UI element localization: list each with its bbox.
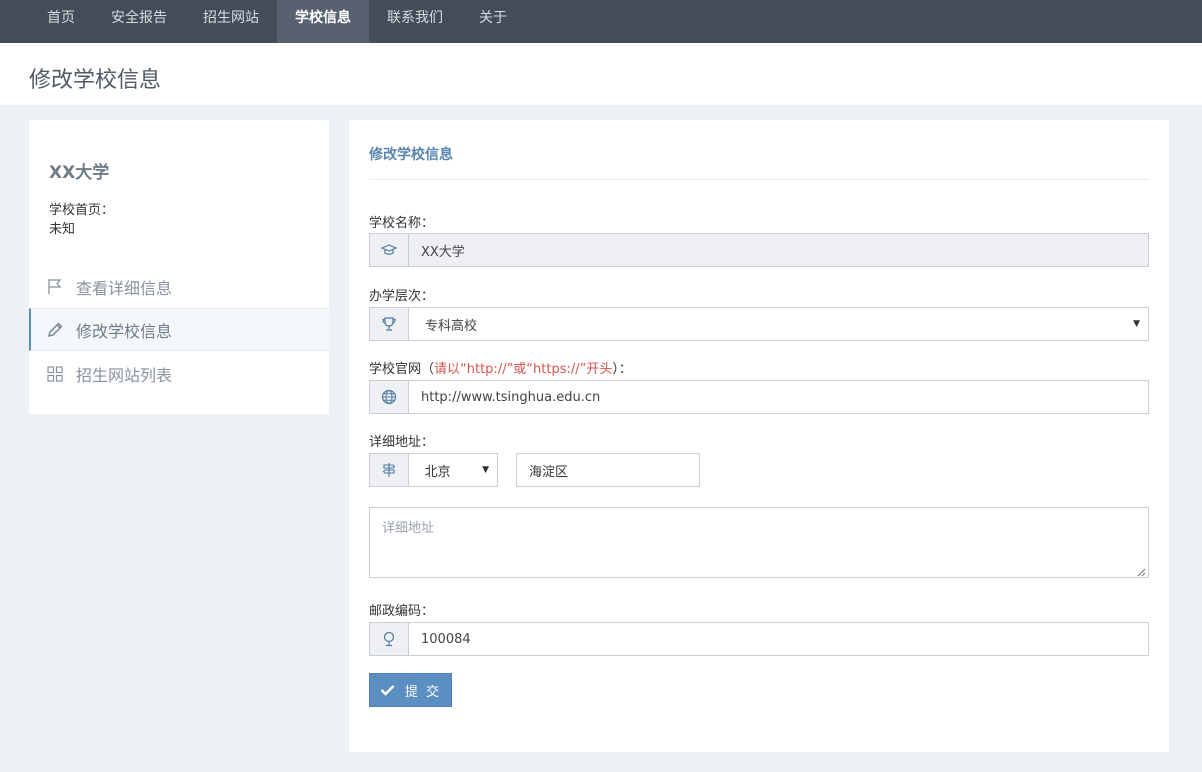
page-title: 修改学校信息 xyxy=(29,68,162,93)
sidebar-item-edit-school[interactable]: 修改学校信息 xyxy=(29,308,329,351)
school-name-field: XX大学 xyxy=(369,233,1149,267)
address-detail-textarea[interactable]: 详细地址 xyxy=(369,507,1149,578)
sidebar-item-label: 修改学校信息 xyxy=(76,321,173,341)
province-field: 北京 ▼ xyxy=(369,453,498,487)
nav-item-security-report[interactable]: 安全报告 xyxy=(93,0,185,43)
school-name-input[interactable]: XX大学 xyxy=(409,234,1148,266)
address-detail-placeholder: 详细地址 xyxy=(382,521,435,536)
address-label: 详细地址： xyxy=(369,435,435,450)
level-selected-value: 专科高校 xyxy=(425,318,478,334)
location-pin-icon xyxy=(370,623,409,655)
chevron-down-icon: ▼ xyxy=(482,465,489,475)
school-name-heading: XX大学 xyxy=(49,163,110,183)
grid-icon xyxy=(46,365,64,383)
submit-button[interactable]: 提 交 xyxy=(369,673,452,707)
nav-item-admission-site[interactable]: 招生网站 xyxy=(185,0,277,43)
divider xyxy=(369,179,1149,180)
level-field: 专科高校 ▼ xyxy=(369,307,1149,341)
sidebar-item-admission-list[interactable]: 招生网站列表 xyxy=(29,352,329,395)
nav-item-home[interactable]: 首页 xyxy=(29,0,93,43)
sidebar-item-label: 查看详细信息 xyxy=(76,278,173,298)
level-select[interactable]: 专科高校 ▼ xyxy=(409,308,1148,340)
province-selected-value: 北京 xyxy=(424,464,451,480)
website-label: 学校官网（请以“http://”或“https://”开头）： xyxy=(369,358,632,377)
signpost-icon xyxy=(370,454,409,486)
sidebar-item-view-details[interactable]: 查看详细信息 xyxy=(29,265,329,308)
pencil-icon xyxy=(46,321,64,339)
postcode-input[interactable]: 100084 xyxy=(409,623,1148,655)
top-nav: 首页 安全报告 招生网站 学校信息 联系我们 关于 xyxy=(0,0,1202,43)
flag-icon xyxy=(46,278,64,296)
website-field: http://www.tsinghua.edu.cn xyxy=(369,380,1149,414)
postcode-field: 100084 xyxy=(369,622,1149,656)
level-label: 办学层次： xyxy=(369,289,435,304)
website-label-suffix: ）： xyxy=(612,362,632,377)
globe-icon xyxy=(370,381,409,413)
postcode-label: 邮政编码： xyxy=(369,604,435,619)
submit-label: 提 交 xyxy=(404,684,442,700)
form-title: 修改学校信息 xyxy=(369,147,453,163)
province-select[interactable]: 北京 ▼ xyxy=(408,454,497,486)
page-header: 修改学校信息 xyxy=(0,43,1202,105)
school-home-label: 学校首页： xyxy=(49,203,115,218)
graduation-cap-icon xyxy=(370,234,409,266)
school-name-label: 学校名称： xyxy=(369,216,435,231)
trophy-icon xyxy=(370,308,409,340)
edit-school-form: 修改学校信息 学校名称： XX大学 办学层次： 专科高校 ▼ 学校官网（请以“h… xyxy=(349,120,1169,752)
school-sidebar: XX大学 学校首页： 未知 查看详细信息 修改学校信息 招生网站列表 xyxy=(29,120,329,414)
nav-item-school-info[interactable]: 学校信息 xyxy=(277,0,369,43)
nav-item-contact[interactable]: 联系我们 xyxy=(369,0,461,43)
chevron-down-icon: ▼ xyxy=(1133,319,1140,329)
website-label-hint: 请以“http://”或“https://”开头 xyxy=(434,362,613,377)
school-home-value: 未知 xyxy=(49,222,76,237)
website-label-text: 学校官网（ xyxy=(369,362,435,377)
website-input[interactable]: http://www.tsinghua.edu.cn xyxy=(409,381,1148,413)
nav-item-about[interactable]: 关于 xyxy=(461,0,525,43)
resize-grip-icon[interactable] xyxy=(1137,566,1146,577)
check-icon xyxy=(380,684,395,696)
district-input[interactable]: 海淀区 xyxy=(516,453,700,487)
sidebar-item-label: 招生网站列表 xyxy=(76,365,173,385)
